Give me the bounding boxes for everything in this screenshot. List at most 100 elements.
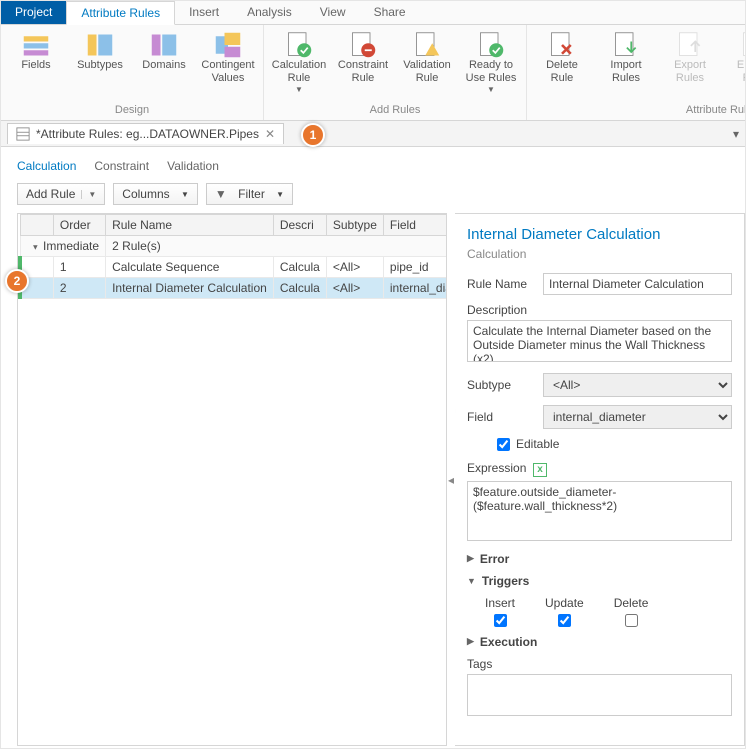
expression-builder-icon[interactable]: x xyxy=(533,463,547,477)
btn-constraint-rule[interactable]: ConstraintRule xyxy=(334,27,392,104)
subtab-calculation[interactable]: Calculation xyxy=(17,159,76,173)
btn-contingent-values[interactable]: ContingentValues xyxy=(199,27,257,104)
tab-view[interactable]: View xyxy=(306,1,360,24)
chevron-down-icon: ▸ xyxy=(29,245,40,250)
label-subtype: Subtype xyxy=(467,378,535,392)
col-description[interactable]: Descri xyxy=(273,215,326,236)
splitter-handle[interactable]: ◂ xyxy=(447,213,455,746)
col-order[interactable]: Order xyxy=(53,215,105,236)
callout-badge-2: 2 xyxy=(5,269,29,293)
ribbon-tab-strip: Project Attribute Rules Insert Analysis … xyxy=(1,1,745,25)
label-field: Field xyxy=(467,410,535,424)
content-area: 2 Order Rule Name Descri Subtype Field ▸… xyxy=(1,213,745,746)
tab-attribute-rules[interactable]: Attribute Rules xyxy=(66,1,175,25)
btn-add-rule[interactable]: Add Rule▼ xyxy=(17,183,105,205)
section-triggers[interactable]: ▼Triggers xyxy=(467,574,732,588)
enable-rule-icon xyxy=(740,31,746,59)
tab-share[interactable]: Share xyxy=(360,1,420,24)
ready-rules-icon xyxy=(477,31,505,59)
dropdown-arrow-icon: ▼ xyxy=(487,85,495,94)
col-subtype[interactable]: Subtype xyxy=(326,215,383,236)
section-error[interactable]: ▶Error xyxy=(467,552,732,566)
grid-header-row: Order Rule Name Descri Subtype Field xyxy=(20,215,447,236)
group-label-attribute-rules: Attribute Rules xyxy=(533,104,746,118)
callout-badge-1: 1 xyxy=(301,123,325,147)
document-tab[interactable]: *Attribute Rules: eg...DATAOWNER.Pipes ✕ xyxy=(7,123,284,144)
checkbox-editable[interactable] xyxy=(497,438,510,451)
table-row[interactable]: 2 Internal Diameter Calculation Calcula … xyxy=(20,278,447,299)
input-description[interactable]: Calculate the Internal Diameter based on… xyxy=(467,320,732,362)
ribbon-group-attribute-rules: DeleteRule ImportRules ExportRules Enabl… xyxy=(527,25,746,120)
calculation-rule-icon xyxy=(285,31,313,59)
section-execution[interactable]: ▶Execution xyxy=(467,635,732,649)
validation-rule-icon xyxy=(413,31,441,59)
panel-title: Internal Diameter Calculation xyxy=(467,226,732,243)
label-trigger-update: Update xyxy=(545,596,584,610)
import-rules-icon xyxy=(612,31,640,59)
grid-group-row[interactable]: ▸Immediate 2 Rule(s) xyxy=(20,236,447,257)
btn-export-rules: ExportRules xyxy=(661,27,719,104)
input-rule-name[interactable] xyxy=(543,273,732,295)
tab-insert[interactable]: Insert xyxy=(175,1,233,24)
tab-analysis[interactable]: Analysis xyxy=(233,1,306,24)
col-rule-name[interactable]: Rule Name xyxy=(106,215,274,236)
group-label-add-rules: Add Rules xyxy=(270,104,520,118)
btn-delete-rule[interactable]: DeleteRule xyxy=(533,27,591,104)
export-rules-icon xyxy=(676,31,704,59)
rules-toolbar: Add Rule▼ Columns ▼ ▼ Filter ▼ xyxy=(1,179,745,213)
rules-grid: Order Rule Name Descri Subtype Field ▸Im… xyxy=(17,213,447,746)
select-subtype[interactable]: <All> xyxy=(543,373,732,397)
col-field[interactable]: Field xyxy=(383,215,447,236)
btn-columns[interactable]: Columns ▼ xyxy=(113,183,198,205)
document-tab-strip: *Attribute Rules: eg...DATAOWNER.Pipes ✕… xyxy=(1,121,745,147)
checkbox-trigger-delete[interactable] xyxy=(625,614,638,627)
label-trigger-insert: Insert xyxy=(485,596,515,610)
chevron-right-icon: ▶ xyxy=(467,636,474,647)
btn-enable-rule: EnableRule xyxy=(725,27,746,104)
fields-icon xyxy=(22,31,50,59)
label-expression: Expression xyxy=(467,461,526,475)
btn-filter[interactable]: ▼ Filter ▼ xyxy=(206,183,293,205)
subtypes-icon xyxy=(86,31,114,59)
delete-rule-icon xyxy=(548,31,576,59)
tab-project[interactable]: Project xyxy=(1,1,66,24)
checkbox-trigger-update[interactable] xyxy=(558,614,571,627)
btn-domains[interactable]: Domains xyxy=(135,27,193,104)
domains-icon xyxy=(150,31,178,59)
ribbon-body: Fields Subtypes Domains ContingentValues… xyxy=(1,25,745,121)
panel-subtitle: Calculation xyxy=(467,247,732,261)
btn-import-rules[interactable]: ImportRules xyxy=(597,27,655,104)
group-label-design: Design xyxy=(7,104,257,118)
label-trigger-delete: Delete xyxy=(614,596,649,610)
label-rule-name: Rule Name xyxy=(467,277,535,291)
filter-icon: ▼ xyxy=(215,187,227,201)
subtab-validation[interactable]: Validation xyxy=(167,159,219,173)
contingent-values-icon xyxy=(214,31,242,59)
rule-type-tabs: Calculation Constraint Validation xyxy=(1,147,745,179)
btn-ready-to-use-rules[interactable]: Ready toUse Rules▼ xyxy=(462,27,520,104)
subtab-constraint[interactable]: Constraint xyxy=(94,159,149,173)
ribbon-group-add-rules: CalculationRule▼ ConstraintRule Validati… xyxy=(264,25,527,120)
select-field[interactable]: internal_diameter xyxy=(543,405,732,429)
doctab-menu-arrow-icon[interactable]: ▾ xyxy=(733,127,739,141)
checkbox-trigger-insert[interactable] xyxy=(494,614,507,627)
ribbon-group-design: Fields Subtypes Domains ContingentValues… xyxy=(1,25,264,120)
table-row[interactable]: 1 Calculate Sequence Calcula <All> pipe_… xyxy=(20,257,447,278)
constraint-rule-icon xyxy=(349,31,377,59)
btn-calculation-rule[interactable]: CalculationRule▼ xyxy=(270,27,328,104)
dropdown-arrow-icon: ▼ xyxy=(295,85,303,94)
label-description: Description xyxy=(467,303,732,317)
chevron-down-icon: ▼ xyxy=(467,576,476,586)
btn-validation-rule[interactable]: ValidationRule xyxy=(398,27,456,104)
input-tags[interactable] xyxy=(467,674,732,716)
close-icon[interactable]: ✕ xyxy=(265,127,275,141)
chevron-right-icon: ▶ xyxy=(467,553,474,564)
rules-view-icon xyxy=(16,127,30,141)
input-expression[interactable]: $feature.outside_diameter-($feature.wall… xyxy=(467,481,732,541)
btn-subtypes[interactable]: Subtypes xyxy=(71,27,129,104)
document-tab-title: *Attribute Rules: eg...DATAOWNER.Pipes xyxy=(36,127,259,141)
properties-panel: Internal Diameter Calculation Calculatio… xyxy=(455,213,745,746)
label-tags: Tags xyxy=(467,657,732,671)
btn-fields[interactable]: Fields xyxy=(7,27,65,104)
label-editable: Editable xyxy=(516,437,559,451)
